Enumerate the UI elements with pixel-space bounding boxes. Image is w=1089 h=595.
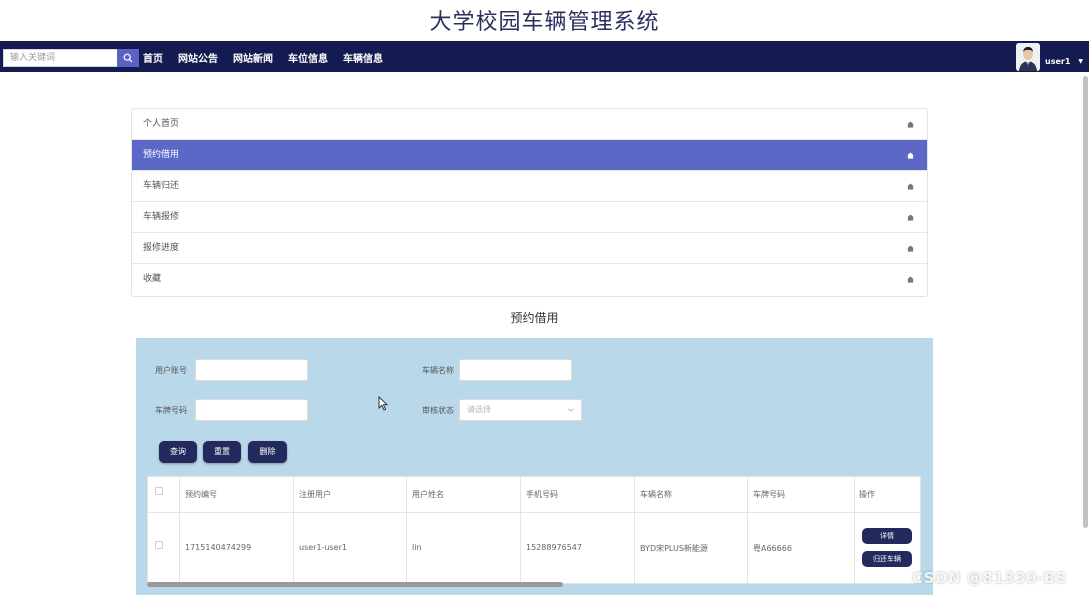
menu-item-favorites[interactable]: 收藏 (132, 264, 927, 295)
row-checkbox[interactable] (155, 541, 163, 549)
menu-item-return[interactable]: 车辆归还 (132, 171, 927, 202)
plate-number-input[interactable] (195, 399, 308, 421)
cell-user-name: lin (412, 543, 422, 552)
table-horizontal-scrollbar[interactable] (147, 582, 563, 587)
menu-item-label: 车辆报修 (143, 212, 180, 222)
page-scrollbar[interactable] (1083, 76, 1088, 528)
return-vehicle-button[interactable]: 归还车辆 (862, 551, 912, 567)
menu-item-label: 收藏 (143, 274, 162, 284)
search-icon (123, 53, 133, 63)
nav-link-home[interactable]: 首页 (143, 50, 163, 65)
chevron-down-icon[interactable]: ▼ (1078, 58, 1083, 65)
search-box (3, 49, 139, 67)
review-status-label: 审核状态 (422, 406, 454, 415)
site-title: 大学校园车辆管理系统 (429, 10, 660, 35)
nav-links: 首页 网站公告 网站新闻 车位信息 车辆信息 (143, 50, 398, 65)
cell-vehicle-name: BYD宋PLUS新能源 (640, 544, 708, 553)
vehicle-name-label: 车辆名称 (422, 366, 454, 375)
home-icon (907, 276, 914, 283)
column-divider (406, 477, 407, 585)
watermark: CSDN @81330-BS (912, 569, 1067, 587)
avatar[interactable] (1016, 43, 1040, 71)
menu-item-reservation[interactable]: 预约借用 (132, 140, 927, 171)
chevron-down-icon (568, 408, 574, 412)
search-button[interactable] (117, 49, 139, 67)
page: 大学校园车辆管理系统 首页 网站公告 网站新闻 车位信息 车辆信息 (0, 0, 1089, 595)
column-divider (293, 477, 294, 585)
nav-link-announcements[interactable]: 网站公告 (178, 50, 218, 65)
menu-item-label: 报修进度 (143, 243, 180, 253)
user-center-menu: 个人首页 预约借用 车辆归还 车辆报修 报修进度 收藏 (131, 108, 928, 297)
column-divider (179, 477, 180, 585)
reset-button[interactable]: 重置 (203, 441, 241, 463)
vehicle-name-input[interactable] (459, 359, 572, 381)
user-menu[interactable]: user1 ▼ (1016, 41, 1083, 72)
review-status-placeholder: 请选择 (467, 405, 491, 414)
home-icon (907, 152, 914, 159)
column-divider (854, 477, 855, 585)
menu-item-label: 车辆归还 (143, 181, 180, 191)
header-registered-user: 注册用户 (299, 490, 331, 499)
review-status-select[interactable]: 请选择 (459, 399, 582, 421)
user-avatar-icon (1016, 43, 1040, 71)
menu-item-label: 预约借用 (143, 150, 180, 160)
cell-registered-user: user1-user1 (299, 543, 347, 552)
header-vehicle-name: 车辆名称 (640, 490, 672, 499)
menu-item-repair[interactable]: 车辆报修 (132, 202, 927, 233)
nav-link-vehicles[interactable]: 车辆信息 (343, 50, 383, 65)
section-title: 预约借用 (510, 311, 559, 325)
delete-button[interactable]: 删除 (248, 441, 287, 463)
row-divider (148, 512, 920, 513)
menu-item-label: 个人首页 (143, 119, 180, 129)
home-icon (907, 214, 914, 221)
header-plate-number: 车牌号码 (753, 490, 785, 499)
cell-phone: 15288976547 (526, 543, 582, 552)
mouse-cursor-icon (378, 396, 389, 411)
column-divider (520, 477, 521, 585)
home-icon (907, 245, 914, 252)
query-button[interactable]: 查询 (159, 441, 197, 463)
menu-item-repair-progress[interactable]: 报修进度 (132, 233, 927, 264)
header-actions: 操作 (859, 490, 875, 499)
home-icon (907, 183, 914, 190)
header-reservation-id: 预约编号 (185, 490, 217, 499)
detail-button[interactable]: 详情 (862, 528, 912, 544)
username[interactable]: user1 (1045, 57, 1070, 66)
search-input[interactable] (3, 49, 117, 67)
column-divider (634, 477, 635, 585)
menu-item-profile[interactable]: 个人首页 (132, 109, 927, 140)
nav-link-news[interactable]: 网站新闻 (233, 50, 273, 65)
reservation-table: 预约编号 注册用户 用户姓名 手机号码 车辆名称 车牌号码 操作 1715140… (147, 476, 921, 585)
home-icon (907, 121, 914, 128)
user-account-label: 用户账号 (155, 366, 187, 375)
top-navbar: 首页 网站公告 网站新闻 车位信息 车辆信息 user1 ▼ (0, 41, 1089, 72)
header-phone: 手机号码 (526, 490, 558, 499)
header-user-name: 用户姓名 (412, 490, 444, 499)
plate-number-label: 车牌号码 (155, 406, 187, 415)
user-account-input[interactable] (195, 359, 308, 381)
column-divider (747, 477, 748, 585)
select-all-checkbox[interactable] (155, 487, 163, 495)
cell-plate-number: 粤A66666 (753, 544, 792, 553)
nav-link-parking[interactable]: 车位信息 (288, 50, 328, 65)
cell-reservation-id: 1715140474299 (185, 543, 252, 552)
